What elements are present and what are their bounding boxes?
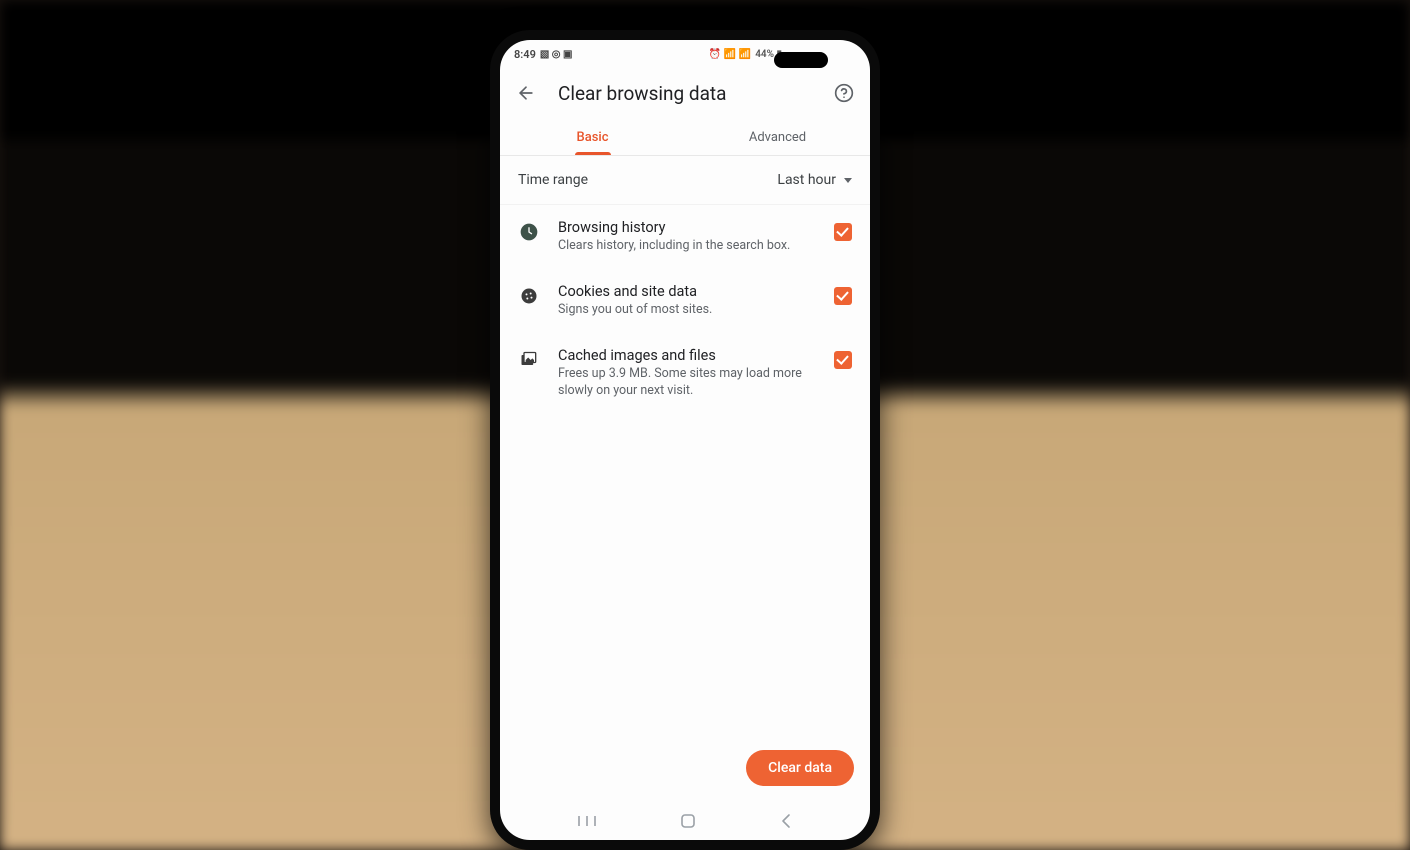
help-icon — [834, 83, 854, 103]
image-icon — [518, 349, 540, 371]
app-bar: Clear browsing data — [500, 68, 870, 118]
footer: Clear data — [500, 736, 870, 802]
option-cached[interactable]: Cached images and files Frees up 3.9 MB.… — [500, 333, 870, 414]
status-right-icons: ⏰ 📶 📶 — [709, 49, 751, 60]
nav-back-icon — [779, 813, 793, 829]
home-icon — [679, 812, 697, 830]
help-button[interactable] — [832, 81, 856, 105]
android-nav-bar — [500, 802, 870, 840]
clear-data-button[interactable]: Clear data — [746, 750, 854, 786]
arrow-left-icon — [516, 83, 536, 103]
status-left-icons: ▧ ◎ ▣ — [540, 49, 573, 60]
tab-basic[interactable]: Basic — [500, 118, 685, 155]
checkbox-cookies[interactable] — [834, 287, 852, 305]
time-range-text: Last hour — [777, 172, 836, 188]
back-button[interactable] — [514, 81, 538, 105]
chevron-down-icon — [844, 178, 852, 183]
option-sub: Clears history, including in the search … — [558, 238, 816, 255]
option-sub: Frees up 3.9 MB. Some sites may load mor… — [558, 366, 816, 400]
checkbox-browsing-history[interactable] — [834, 223, 852, 241]
option-text: Cached images and files Frees up 3.9 MB.… — [558, 347, 816, 400]
option-browsing-history[interactable]: Browsing history Clears history, includi… — [500, 205, 870, 269]
checkbox-cached[interactable] — [834, 351, 852, 369]
option-sub: Signs you out of most sites. — [558, 302, 816, 319]
status-time: 8:49 — [514, 48, 536, 61]
time-range-label: Time range — [518, 172, 588, 188]
time-range-value: Last hour — [777, 172, 852, 188]
option-text: Browsing history Clears history, includi… — [558, 219, 816, 255]
phone-screen: 8:49 ▧ ◎ ▣ ⏰ 📶 📶 44% ▮ Clear browsing da… — [500, 40, 870, 840]
nav-back[interactable] — [779, 813, 793, 829]
page-title: Clear browsing data — [558, 82, 812, 105]
nav-home[interactable] — [679, 812, 697, 830]
tab-advanced[interactable]: Advanced — [685, 118, 870, 155]
nav-recents[interactable] — [577, 814, 597, 828]
option-cookies[interactable]: Cookies and site data Signs you out of m… — [500, 269, 870, 333]
phone-frame: 8:49 ▧ ◎ ▣ ⏰ 📶 📶 44% ▮ Clear browsing da… — [490, 30, 880, 850]
option-title: Cached images and files — [558, 347, 816, 364]
time-range-row[interactable]: Time range Last hour — [500, 156, 870, 205]
cookie-icon — [518, 285, 540, 307]
recents-icon — [577, 814, 597, 828]
clock-icon — [518, 221, 540, 243]
tabs: Basic Advanced — [500, 118, 870, 156]
option-title: Cookies and site data — [558, 283, 816, 300]
option-text: Cookies and site data Signs you out of m… — [558, 283, 816, 319]
camera-cutout — [774, 52, 828, 68]
status-right: ⏰ 📶 📶 44% ▮ — [709, 49, 782, 60]
status-left: 8:49 ▧ ◎ ▣ — [514, 48, 572, 61]
option-title: Browsing history — [558, 219, 816, 236]
options-list: Browsing history Clears history, includi… — [500, 205, 870, 736]
